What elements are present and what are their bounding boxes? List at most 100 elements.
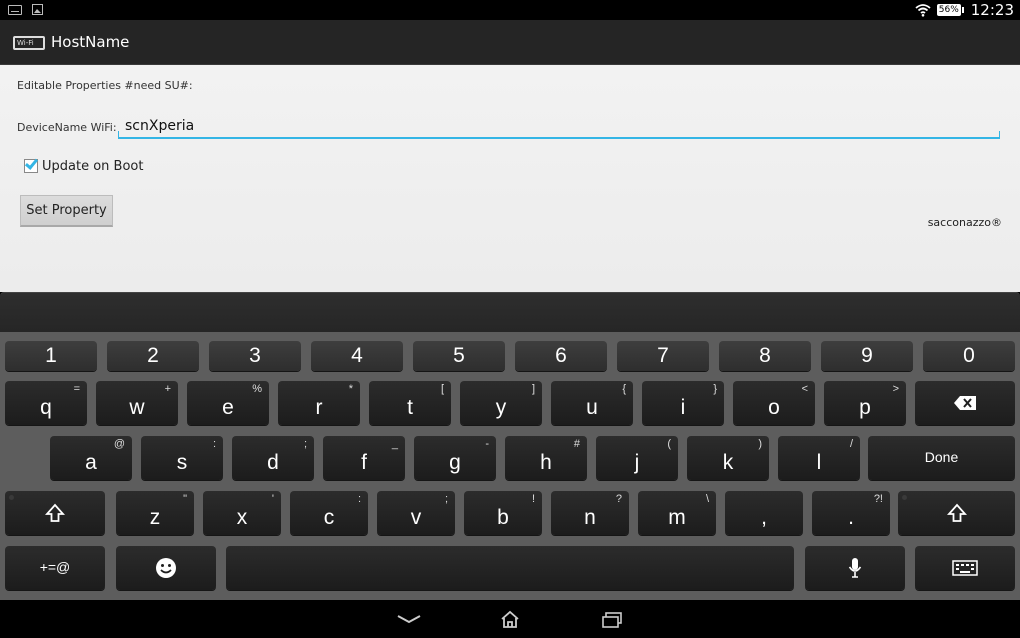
key-label: u <box>586 396 598 419</box>
home-icon[interactable] <box>500 610 520 628</box>
key-secondary-label: \ <box>705 493 709 505</box>
key-r[interactable]: r * <box>278 381 360 425</box>
key-0[interactable]: 0 <box>923 341 1015 371</box>
navigation-bar <box>0 600 1020 638</box>
key-v[interactable]: v; <box>377 491 455 535</box>
key-p[interactable]: p > <box>824 381 906 425</box>
app-wifi-icon[interactable]: Wi-Fi <box>13 36 45 50</box>
key-label: 9 <box>861 344 873 367</box>
key-secondary-label: < <box>801 383 808 395</box>
key-label: b <box>497 506 509 529</box>
key-y[interactable]: y] <box>460 381 542 425</box>
key-label: f <box>361 451 367 474</box>
key-label: , <box>761 506 767 529</box>
space-key[interactable] <box>226 546 794 590</box>
keyboard-notification-icon <box>8 5 22 15</box>
key-u[interactable]: u{ <box>551 381 633 425</box>
emoji-icon <box>155 557 177 579</box>
keyboard-settings-key[interactable] <box>915 546 1015 590</box>
left-shift-key[interactable] <box>5 491 105 535</box>
done-key[interactable]: Done <box>868 436 1015 480</box>
symbols-label: +=@ <box>39 559 71 575</box>
key-k[interactable]: k) <box>687 436 769 480</box>
right-shift-key[interactable] <box>898 491 1015 535</box>
key-z[interactable]: z " <box>116 491 194 535</box>
key-secondary-label: ( <box>667 438 671 450</box>
key-4[interactable]: 4 <box>311 341 403 371</box>
key-q[interactable]: q = <box>5 381 87 425</box>
editable-properties-label: Editable Properties #need SU#: <box>17 79 193 92</box>
done-label: Done <box>924 449 959 465</box>
key-i[interactable]: i} <box>642 381 724 425</box>
keyboard-suggestion-strip <box>0 292 1020 332</box>
key-c[interactable]: c: <box>290 491 368 535</box>
key-secondary-label: ; <box>303 438 307 450</box>
key-label: 5 <box>453 344 465 367</box>
key-g[interactable]: g- <box>414 436 496 480</box>
status-bar: 56% 12:23 <box>0 0 1020 20</box>
key-2[interactable]: 2 <box>107 341 199 371</box>
key-h[interactable]: h # <box>505 436 587 480</box>
key-l[interactable]: l / <box>778 436 860 480</box>
voice-input-key[interactable] <box>805 546 905 590</box>
wifi-icon <box>915 4 931 17</box>
key-3[interactable]: 3 <box>209 341 301 371</box>
key-t[interactable]: t[ <box>369 381 451 425</box>
key-1[interactable]: 1 <box>5 341 97 371</box>
key-o[interactable]: o < <box>733 381 815 425</box>
key-x[interactable]: x ' <box>203 491 281 535</box>
recent-apps-icon[interactable] <box>601 612 623 628</box>
key-n[interactable]: n? <box>551 491 629 535</box>
key-label: l <box>816 451 822 474</box>
key-f[interactable]: f _ <box>323 436 405 480</box>
key-label: n <box>584 506 596 529</box>
key-j[interactable]: j( <box>596 436 678 480</box>
key-label: i <box>680 396 686 419</box>
key-m[interactable]: m \ <box>638 491 716 535</box>
back-chevron-icon[interactable] <box>397 614 421 624</box>
main-content: Editable Properties #need SU#: DeviceNam… <box>0 65 1020 292</box>
key-a[interactable]: a @ <box>50 436 132 480</box>
key-label: s <box>176 451 188 474</box>
key-comma[interactable]: , <box>725 491 803 535</box>
key-w[interactable]: w + <box>96 381 178 425</box>
key-label: 7 <box>657 344 669 367</box>
set-property-button[interactable]: Set Property <box>20 195 113 227</box>
update-on-boot-checkbox[interactable] <box>24 156 39 173</box>
emoji-key[interactable] <box>116 546 216 590</box>
key-secondary-label: + <box>164 383 171 395</box>
backspace-key[interactable] <box>915 381 1015 425</box>
key-d[interactable]: d; <box>232 436 314 480</box>
device-name-value: scnXperia <box>125 118 195 134</box>
update-on-boot-label[interactable]: Update on Boot <box>42 159 143 174</box>
key-7[interactable]: 7 <box>617 341 709 371</box>
key-secondary-label: * <box>348 383 353 395</box>
microphone-icon <box>848 557 862 579</box>
key-secondary-label: ? <box>615 493 622 505</box>
key-label: w <box>129 396 145 419</box>
key-secondary-label: ?! <box>873 493 883 505</box>
soft-keyboard: 1 2 3 4 5 6 7 8 9 0 q = w + e% r * t[y] u{i} o < p > a @ s: d; f _ g -… <box>0 332 1020 600</box>
key-label: z <box>149 506 161 529</box>
key-b[interactable]: b! <box>464 491 542 535</box>
key-e[interactable]: e% <box>187 381 269 425</box>
device-name-input[interactable]: scnXperia <box>118 115 1000 139</box>
key-label: d <box>267 451 279 474</box>
key-label: j <box>634 451 640 474</box>
key-label: o <box>768 396 780 419</box>
key-secondary-label: # <box>573 438 580 450</box>
credit-label: sacconazzo® <box>927 216 1002 229</box>
symbols-key[interactable]: +=@ <box>5 546 105 590</box>
key-8[interactable]: 8 <box>719 341 811 371</box>
key-9[interactable]: 9 <box>821 341 913 371</box>
key-label: m <box>668 506 686 529</box>
key-s[interactable]: s: <box>141 436 223 480</box>
key-secondary-label: ] <box>531 383 535 395</box>
key-5[interactable]: 5 <box>413 341 505 371</box>
key-period[interactable]: .?! <box>812 491 890 535</box>
shift-icon <box>44 503 66 523</box>
key-label: k <box>722 451 734 474</box>
key-secondary-label: = <box>73 383 80 395</box>
key-label: y <box>495 396 507 419</box>
key-6[interactable]: 6 <box>515 341 607 371</box>
